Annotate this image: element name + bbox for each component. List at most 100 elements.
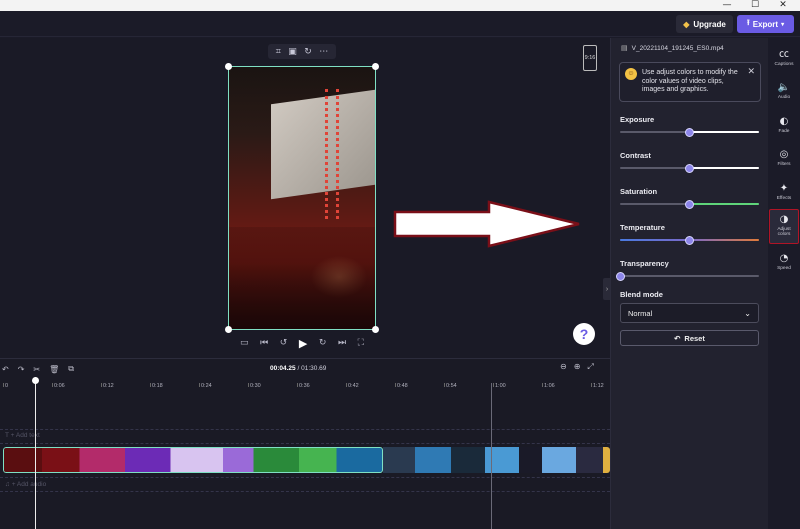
ruler-tick: 0:48 [395, 383, 408, 389]
tip-box: ☺ Use adjust colors to modify the color … [619, 62, 761, 102]
ruler-tick: 0:18 [150, 383, 163, 389]
reset-label: Reset [684, 333, 705, 343]
adjust-slider[interactable] [620, 235, 759, 245]
rail-item-filters[interactable]: ◎ Filters [769, 143, 799, 175]
resize-handle[interactable] [225, 326, 232, 333]
help-button[interactable]: ? [573, 323, 595, 345]
undo-icon[interactable]: ↶ [2, 365, 9, 374]
stage-screen [271, 89, 375, 200]
video-preview[interactable] [228, 66, 376, 330]
trash-icon[interactable]: 🗑 [49, 365, 59, 374]
adjust-slider[interactable] [620, 163, 759, 173]
rotate-icon[interactable]: ↻ [304, 47, 312, 57]
fullscreen-icon[interactable]: ⛶ [358, 338, 364, 348]
ruler-tick: 0:06 [52, 383, 65, 389]
undo-icon: ↶ [674, 333, 681, 343]
properties-panel: ▤ V_20221104_191245_ES0.mp4 ☺ Use adjust… [610, 38, 768, 529]
diamond-icon: ◆ [683, 19, 690, 29]
adjust-slider[interactable] [620, 127, 759, 137]
light-truss [325, 89, 339, 219]
ruler-tick: 0 [2, 383, 9, 389]
crowd-silhouette [229, 227, 375, 329]
upload-icon: ⭱ [746, 18, 750, 27]
zoom-out-icon[interactable]: ⊖ [560, 362, 567, 372]
slider-knob[interactable] [685, 235, 694, 245]
audio-icon: 🔈 [777, 82, 791, 93]
film-icon: ▤ [621, 45, 628, 52]
redo-icon[interactable]: ↷ [18, 365, 25, 374]
captions-toggle-icon[interactable]: ▭ [240, 338, 249, 348]
rail-item-label: Speed [777, 266, 791, 271]
rail-item-label: Filters [777, 162, 791, 167]
close-window-button[interactable]: ✕ [770, 0, 796, 11]
blend-mode-label: Blend mode [620, 290, 663, 299]
rail-item-label: Audio [777, 95, 791, 100]
adjust-slider[interactable] [615, 271, 759, 281]
playback-controls: ▭ ⏮ ↺ ▶ ↻ ⏭ ⛶ [240, 336, 364, 350]
rail-item-audio[interactable]: 🔈 Audio [769, 76, 799, 108]
annotation-arrow-icon [393, 200, 580, 248]
skip-back-icon[interactable]: ⏮ [260, 338, 268, 348]
track-divider [0, 443, 610, 444]
slider-knob[interactable] [615, 271, 625, 281]
video-clip[interactable] [383, 447, 610, 473]
resize-handle[interactable] [372, 63, 379, 70]
ruler-tick: 0:30 [248, 383, 261, 389]
slider-knob[interactable] [685, 199, 694, 209]
adjust-slider[interactable] [620, 199, 759, 209]
skip-forward-icon[interactable]: ⏭ [338, 338, 346, 348]
tool-rail: ㏄ Captions 🔈 Audio ◐ Fade ◎ Filters ✦ Effects ◑ Adj… [768, 38, 800, 529]
rail-item-fade[interactable]: ◐ Fade [769, 109, 799, 141]
reset-button[interactable]: ↶ Reset [620, 330, 759, 346]
zoom-in-icon[interactable]: ⊕ [574, 362, 581, 372]
fit-icon[interactable]: ▣ [288, 47, 297, 57]
fit-timeline-icon[interactable]: ⤢ [587, 362, 593, 372]
ruler-tick: 0:24 [199, 383, 212, 389]
chevron-down-icon: ⌄ [744, 308, 751, 318]
rewind-icon[interactable]: ↺ [280, 338, 288, 348]
more-icon[interactable]: ⋯ [319, 47, 328, 57]
effects-icon: ✦ [779, 182, 789, 194]
track-divider [0, 477, 610, 478]
scissors-icon[interactable]: ✂ [33, 365, 40, 374]
ruler-tick: 0:36 [297, 383, 310, 389]
video-clip-selected[interactable] [3, 447, 383, 473]
export-button[interactable]: ⭱ Export ▾ [737, 15, 794, 33]
rail-item-label: Fade [778, 128, 790, 134]
blend-mode-select[interactable]: Normal ⌄ [620, 303, 759, 323]
slider-knob[interactable] [685, 163, 694, 173]
aspect-ratio-button[interactable]: 9:16 [583, 45, 597, 71]
ruler-tick: 0:12 [101, 383, 114, 389]
upgrade-button[interactable]: ◆ Upgrade [676, 15, 733, 33]
rail-item-captions[interactable]: ㏄ Captions [769, 42, 799, 74]
duplicate-icon[interactable]: ⧉ [68, 364, 74, 374]
rail-item-label: Effects [776, 195, 792, 201]
slider-label: Saturation [620, 187, 658, 196]
rail-item-effects[interactable]: ✦ Effects [769, 176, 799, 208]
timeline: ↶ ↷ ✂ 🗑 ⧉ 00:04.25 / 01:30.69 ⊖ ⊕ ⤢ 0 0:0… [0, 358, 610, 529]
minimize-button[interactable]: — [714, 0, 740, 11]
time-ruler[interactable]: 0 0:06 0:12 0:18 0:24 0:30 0:36 0:42 0:48 0:54 1:0… [0, 380, 610, 394]
timecode: 00:04.25 / 01:30.69 [270, 365, 326, 372]
maximize-button[interactable]: ☐ [742, 0, 768, 11]
upgrade-label: Upgrade [693, 19, 726, 29]
ruler-tick: 1:12 [591, 383, 604, 389]
rail-item-speed[interactable]: ◔ Speed [769, 247, 799, 279]
playhead[interactable] [32, 377, 39, 529]
text-icon: T [5, 432, 9, 439]
resize-handle[interactable] [225, 63, 232, 70]
add-audio-track[interactable]: ♫ + Add audio [5, 481, 46, 488]
slider-fill [689, 131, 759, 133]
filters-icon: ◎ [779, 149, 789, 160]
resize-handle[interactable] [372, 326, 379, 333]
video-track [3, 447, 610, 473]
play-icon[interactable]: ▶ [299, 337, 307, 350]
slider-knob[interactable] [685, 127, 694, 137]
crop-icon[interactable]: ⌗ [276, 47, 281, 57]
adjust-colors-icon: ◑ [779, 213, 789, 225]
chevron-down-icon: ▾ [781, 21, 785, 28]
rail-item-adjust-colors[interactable]: ◑ Adjust colors [769, 208, 799, 244]
close-icon[interactable]: ✕ [747, 66, 755, 77]
top-toolbar: ◆ Upgrade ⭱ Export ▾ [0, 11, 800, 37]
forward-icon[interactable]: ↻ [319, 338, 327, 348]
